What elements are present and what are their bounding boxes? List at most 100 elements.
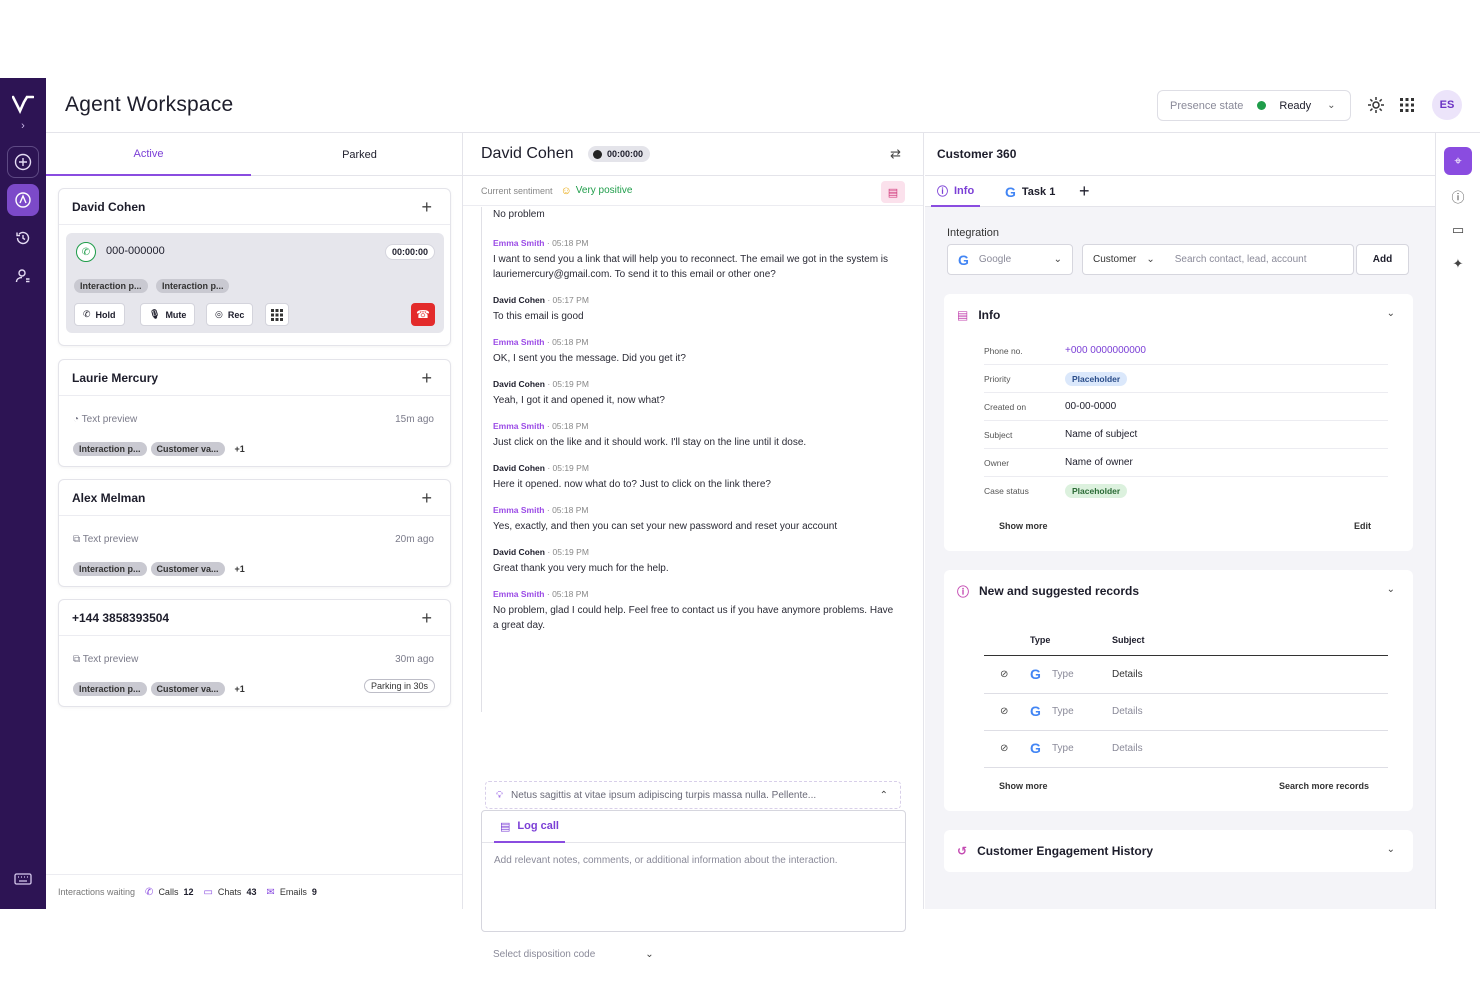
record-row[interactable]: ⊘ G Type Details [984, 694, 1388, 731]
tab-info[interactable]: ⓘ Info [931, 176, 981, 207]
chats-waiting[interactable]: ▭ Chats 43 [203, 887, 256, 898]
integration-select[interactable]: G Google ⌄ [947, 244, 1073, 275]
unlink-icon[interactable]: ⊘ [1000, 669, 1008, 680]
call-timer: 00:00:00 [384, 244, 435, 260]
record-button[interactable]: ◎ Rec [206, 303, 254, 326]
record-row[interactable]: ⊘ G Type Details [984, 731, 1388, 768]
tab-active[interactable]: Active [46, 133, 251, 176]
chevron-down-icon[interactable]: ⌄ [1146, 254, 1154, 265]
notes-textarea[interactable]: Add relevant notes, comments, or additio… [482, 843, 905, 878]
records-table-header: Type Subject [984, 626, 1388, 656]
search-more-records-link[interactable]: Search more records [1279, 781, 1369, 791]
record-icon: ◎ [215, 309, 223, 319]
add-plus-icon[interactable]: + [421, 609, 432, 627]
show-more-records-link[interactable]: Show more [999, 781, 1048, 791]
contacts-nav-button[interactable] [7, 260, 39, 292]
transfer-icon[interactable]: ⇄ [890, 146, 901, 162]
add-plus-icon[interactable]: + [421, 489, 432, 507]
preview-text: Text preview [82, 654, 139, 665]
interaction-chip: Interaction p... [155, 279, 230, 293]
calls-waiting[interactable]: ✆ Calls 12 [145, 887, 193, 898]
interaction-chips: Interaction p... Customer va... +1 [73, 439, 245, 457]
info-panel-title: Info [978, 308, 1001, 322]
ai-tool-button[interactable]: ✦ [1444, 250, 1472, 278]
records-panel-header[interactable]: ⓘ New and suggested records ⌄ [944, 570, 1413, 612]
add-plus-icon[interactable]: + [421, 369, 432, 387]
history-panel-header[interactable]: ↺ Customer Engagement History ⌄ [944, 830, 1413, 872]
tab-log-call[interactable]: ▤ Log call [494, 811, 565, 843]
mute-button[interactable]: 🎙︎ Mute [140, 303, 196, 326]
user-avatar[interactable]: ES [1432, 90, 1462, 120]
brand-logo[interactable] [12, 94, 34, 114]
chevron-down-icon[interactable]: ⌄ [1387, 844, 1395, 855]
history-nav-button[interactable] [7, 222, 39, 254]
message-meta: David Cohen · 05:19 PM [493, 379, 589, 389]
show-more-link[interactable]: Show more [999, 521, 1048, 531]
history-panel-title: Customer Engagement History [977, 844, 1154, 858]
task-tab-label: Task 1 [1021, 185, 1056, 198]
message: Emma Smith · 05:18 PM OK, I sent you the … [493, 337, 901, 366]
disposition-code-select[interactable]: Select disposition code ⌄ [493, 949, 654, 960]
settings-gear-icon[interactable] [1366, 95, 1386, 115]
presence-state-dropdown[interactable]: Presence state Ready ⌄ [1157, 90, 1351, 121]
dialpad-button[interactable] [265, 303, 289, 326]
record-subject: Details [1112, 706, 1143, 717]
sparkles-icon: ✦ [1452, 256, 1464, 271]
record-row[interactable]: ⊘ G Type Details [984, 657, 1388, 694]
interaction-chips: Interaction p... Customer va... +1 [73, 679, 245, 697]
interaction-card[interactable]: Alex Melman + ⧉ Text preview 20m ago Int… [58, 479, 451, 587]
customer-chip: Customer va... [150, 442, 225, 456]
card-tool-button[interactable]: ▭ [1444, 216, 1472, 244]
chevron-down-icon[interactable]: ⌄ [1387, 584, 1395, 595]
expand-nav-chevron-icon[interactable]: › [21, 120, 25, 132]
card-header: Laurie Mercury + [59, 360, 450, 396]
phone-link[interactable]: +000 0000000000 [1065, 345, 1146, 356]
chevron-down-icon[interactable]: ⌄ [1387, 308, 1395, 319]
contact-name: +144 3858393504 [72, 610, 170, 625]
info-tool-button[interactable]: ⓘ [1444, 182, 1472, 210]
message-list: No problem Emma Smith · 05:18 PM I want t… [481, 207, 901, 712]
more-count: +1 [234, 444, 245, 454]
entity-search-field[interactable]: Customer ⌄ Search contact, lead, account [1082, 244, 1354, 275]
chevron-up-icon[interactable]: ⌃ [880, 790, 888, 801]
message-icon: ▤ [887, 186, 899, 199]
tab-parked[interactable]: Parked [257, 133, 462, 176]
sentiment-bar: Current sentiment ☺ Very positive ▤ [463, 176, 923, 206]
engagement-history-panel[interactable]: ↺ Customer Engagement History ⌄ [944, 830, 1413, 872]
info-panel: ▤ Info ⌄ Phone no. +000 0000000000 Priori… [944, 294, 1413, 551]
contact-name: Alex Melman [72, 490, 146, 505]
ai-suggestion[interactable]: 💡︎ Netus sagittis at vitae ipsum adipisc… [485, 781, 901, 809]
workspace-nav-button[interactable] [7, 184, 39, 216]
emails-waiting[interactable]: ✉ Emails 9 [266, 887, 316, 898]
emails-label: Emails [279, 887, 307, 897]
add-tab-plus-icon[interactable]: + [1079, 176, 1090, 207]
unlink-icon[interactable]: ⊘ [1000, 743, 1008, 754]
new-interaction-button[interactable] [7, 146, 39, 178]
google-icon: G [1030, 703, 1041, 719]
info-icon: ⓘ [937, 185, 948, 198]
add-plus-icon[interactable]: + [421, 198, 432, 216]
entity-type-value: Customer [1093, 254, 1137, 265]
unlink-icon[interactable]: ⊘ [1000, 706, 1008, 717]
message-text: Great thank you very much for the help. [493, 563, 669, 574]
tab-task-1[interactable]: G Task 1 [1005, 176, 1055, 207]
more-count: +1 [234, 564, 245, 574]
hang-up-button[interactable]: ☎ [411, 303, 435, 326]
column-subject: Subject [1112, 635, 1145, 645]
email-icon: ✉ [266, 886, 275, 898]
keyboard-icon[interactable] [14, 872, 32, 891]
interactions-waiting-bar: Interactions waiting ✆ Calls 12 ▭ Chats 43 ✉… [46, 874, 462, 909]
interaction-card[interactable]: Laurie Mercury + ◔ Text preview 15m ago … [58, 359, 451, 467]
hold-button[interactable]: ✆ Hold [74, 303, 125, 326]
sender-name: Emma Smith [493, 421, 545, 431]
info-panel-header[interactable]: ▤ Info ⌄ [944, 294, 1413, 336]
active-call-card[interactable]: David Cohen + ✆ 000-000000 00:00:00 Inte… [58, 188, 451, 346]
add-button[interactable]: Add [1356, 244, 1409, 275]
edit-link[interactable]: Edit [1354, 521, 1371, 531]
chat-icon: ▭ [203, 886, 213, 898]
apps-grid-icon[interactable] [1397, 95, 1417, 115]
transcript-toggle-button[interactable]: ▤ [881, 181, 905, 203]
page-title: Agent Workspace [65, 93, 234, 116]
interaction-card[interactable]: +144 3858393504 + ⧉ Text preview 30m ago… [58, 599, 451, 707]
customer-360-tool-button[interactable]: ⌖ [1444, 147, 1472, 175]
